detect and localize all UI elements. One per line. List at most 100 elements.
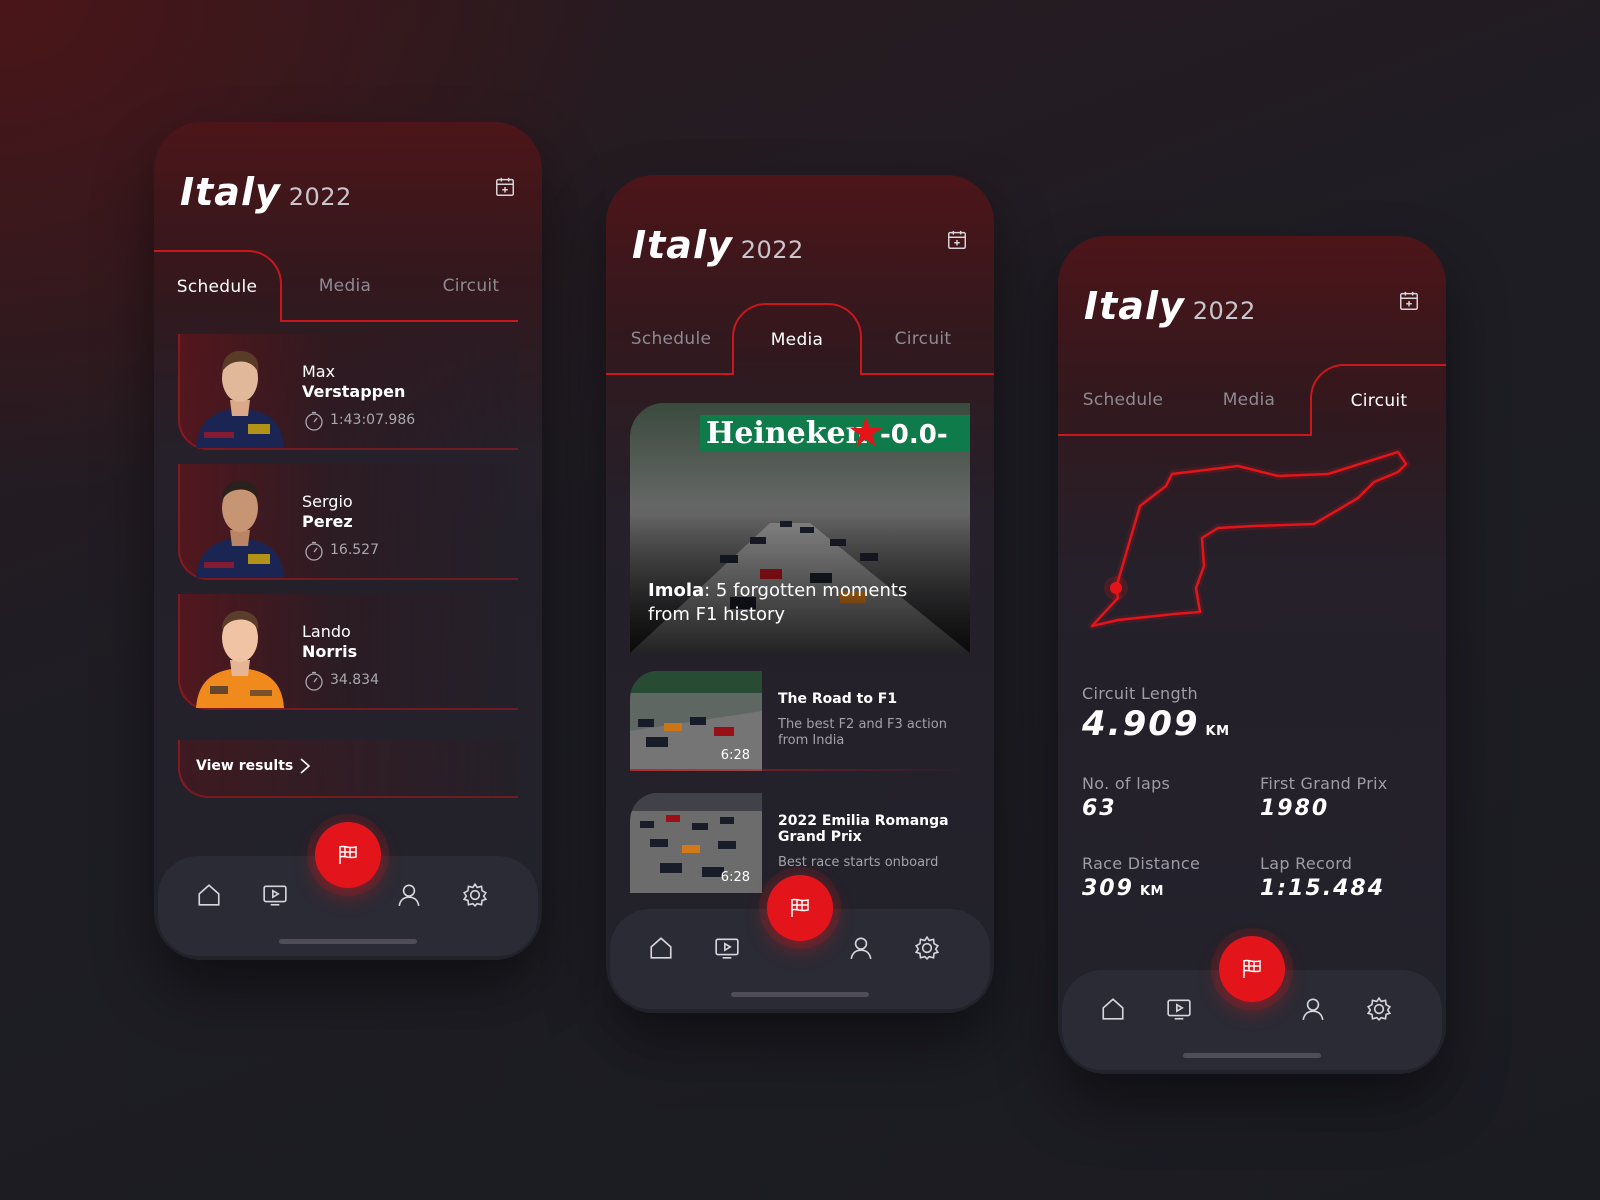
page-year: 2022 bbox=[1192, 297, 1256, 325]
tab-bar: Schedule Media Circuit bbox=[154, 250, 542, 322]
calendar-icon[interactable] bbox=[494, 176, 516, 198]
video-duration: 6:28 bbox=[720, 870, 750, 885]
tv-icon[interactable] bbox=[1166, 996, 1192, 1022]
first-gp-value: 1980 bbox=[1260, 796, 1330, 821]
featured-video-title: Imola: 5 forgotten moments from F1 histo… bbox=[648, 579, 952, 627]
circuit-length-number: 4.909 bbox=[1082, 704, 1200, 744]
page-year: 2022 bbox=[288, 183, 352, 211]
phone-circuit: Italy 2022 Schedule Media Circuit Circuit… bbox=[1058, 236, 1446, 1074]
driver-last-name: Norris bbox=[302, 642, 358, 661]
stopwatch-icon bbox=[305, 671, 323, 691]
stopwatch-icon bbox=[305, 541, 323, 561]
header: Italy 2022 bbox=[180, 170, 516, 214]
view-results-button[interactable]: View results bbox=[178, 740, 518, 798]
lap-record-value: 1:15.484 bbox=[1260, 876, 1386, 901]
video-duration: 6:28 bbox=[720, 748, 750, 763]
user-icon[interactable] bbox=[1300, 996, 1326, 1022]
video-list-item[interactable]: 6:28 The Road to F1 The best F2 and F3 a… bbox=[630, 671, 970, 771]
race-distance-value: 309 KM bbox=[1082, 876, 1164, 901]
user-icon[interactable] bbox=[848, 935, 874, 961]
tab-divider bbox=[860, 373, 994, 375]
video-subtitle: Best race starts onboard bbox=[778, 855, 939, 870]
driver-first-name: Lando bbox=[302, 622, 351, 641]
header: Italy 2022 bbox=[1084, 284, 1420, 328]
gear-icon[interactable] bbox=[914, 935, 940, 961]
gear-icon[interactable] bbox=[1366, 996, 1392, 1022]
race-flag-button[interactable] bbox=[767, 875, 833, 941]
driver-avatar bbox=[196, 480, 284, 578]
tab-bar: Schedule Media Circuit bbox=[606, 303, 994, 375]
driver-time: 1:43:07.986 bbox=[330, 412, 416, 428]
circuit-length-value: 4.909 KM bbox=[1082, 704, 1230, 744]
flag-icon bbox=[791, 898, 809, 917]
bottom-nav bbox=[1062, 936, 1442, 1070]
tab-bar: Schedule Media Circuit bbox=[1058, 364, 1446, 436]
tab-schedule[interactable]: Schedule bbox=[606, 303, 736, 375]
featured-title-bold: Imola bbox=[648, 580, 705, 601]
stat-label: Race Distance bbox=[1082, 854, 1201, 873]
gear-icon[interactable] bbox=[462, 882, 488, 908]
tab-media[interactable]: Media bbox=[280, 250, 410, 322]
race-flag-button[interactable] bbox=[315, 822, 381, 888]
video-title: The Road to F1 bbox=[778, 691, 898, 707]
home-icon[interactable] bbox=[196, 882, 222, 908]
tab-media[interactable]: Media bbox=[1184, 364, 1314, 436]
bottom-nav bbox=[610, 875, 990, 1009]
view-results-label: View results bbox=[196, 758, 294, 774]
driver-first-name: Sergio bbox=[302, 492, 353, 511]
stat-label: Circuit Length bbox=[1082, 684, 1198, 703]
tab-circuit[interactable]: Circuit bbox=[1310, 364, 1446, 436]
video-subtitle: The best F2 and F3 action from India bbox=[778, 717, 947, 748]
video-thumbnail: 6:28 bbox=[630, 793, 762, 893]
tab-divider bbox=[606, 373, 734, 375]
driver-avatar bbox=[196, 610, 284, 708]
banner-tag: -0.0- bbox=[880, 420, 948, 450]
user-icon[interactable] bbox=[396, 882, 422, 908]
calendar-icon[interactable] bbox=[946, 229, 968, 251]
tab-divider bbox=[1058, 434, 1312, 436]
race-distance-number: 309 bbox=[1082, 876, 1134, 901]
circuit-map bbox=[1088, 448, 1410, 630]
featured-video-card[interactable]: Heineken -0.0- Imola: 5 forgotten moment… bbox=[630, 403, 970, 653]
driver-time: 16.527 bbox=[330, 542, 379, 558]
tab-schedule[interactable]: Schedule bbox=[1058, 364, 1188, 436]
divider bbox=[630, 769, 970, 771]
home-indicator bbox=[279, 939, 417, 944]
stat-label: First Grand Prix bbox=[1260, 774, 1388, 793]
home-indicator bbox=[731, 992, 869, 997]
tab-schedule[interactable]: Schedule bbox=[154, 250, 282, 322]
bottom-nav bbox=[158, 822, 538, 956]
flag-icon bbox=[339, 845, 357, 864]
tab-circuit[interactable]: Circuit bbox=[858, 303, 988, 375]
tv-icon[interactable] bbox=[714, 935, 740, 961]
video-title: 2022 Emilia Romanga Grand Prix bbox=[778, 813, 949, 845]
flag-icon bbox=[1243, 959, 1261, 978]
driver-last-name: Verstappen bbox=[302, 382, 406, 401]
driver-last-name: Perez bbox=[302, 512, 353, 531]
tab-circuit[interactable]: Circuit bbox=[406, 250, 536, 322]
page-title: Italy bbox=[1084, 284, 1185, 328]
driver-first-name: Max bbox=[302, 362, 336, 381]
race-flag-button[interactable] bbox=[1219, 936, 1285, 1002]
home-indicator bbox=[1183, 1053, 1321, 1058]
home-icon[interactable] bbox=[1100, 996, 1126, 1022]
home-icon[interactable] bbox=[648, 935, 674, 961]
stat-unit: KM bbox=[1139, 884, 1164, 899]
driver-avatar bbox=[196, 350, 284, 448]
banner-text: Heineken bbox=[706, 416, 868, 451]
stat-label: Lap Record bbox=[1260, 854, 1353, 873]
tab-media[interactable]: Media bbox=[732, 303, 862, 375]
driver-card[interactable]: Max Verstappen 1:43:07.986 bbox=[178, 334, 518, 450]
chevron-right-icon bbox=[300, 758, 311, 774]
driver-card[interactable]: Lando Norris 34.834 bbox=[178, 594, 518, 710]
page-title: Italy bbox=[180, 170, 281, 214]
phone-schedule: Italy 2022 Schedule Media Circuit Max Ver… bbox=[154, 122, 542, 960]
header: Italy 2022 bbox=[632, 223, 968, 267]
calendar-icon[interactable] bbox=[1398, 290, 1420, 312]
driver-card[interactable]: Sergio Perez 16.527 bbox=[178, 464, 518, 580]
tab-divider bbox=[280, 320, 518, 322]
stat-unit: KM bbox=[1205, 724, 1230, 739]
page-title: Italy bbox=[632, 223, 733, 267]
page-year: 2022 bbox=[740, 236, 804, 264]
tv-icon[interactable] bbox=[262, 882, 288, 908]
